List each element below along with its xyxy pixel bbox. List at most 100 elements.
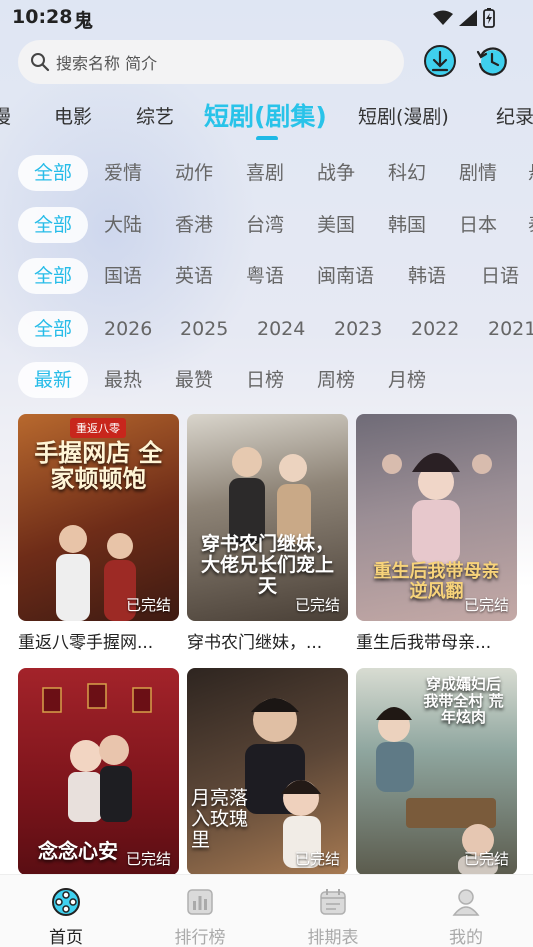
poster-figures [229, 447, 311, 544]
nav-label: 排行榜 [174, 928, 226, 947]
drama-card[interactable]: 重返八零 手握网店 全家顿顿饱 已完结 重返八零手握网... [18, 414, 179, 653]
sort-chip[interactable]: 周榜 [317, 362, 355, 398]
status-badge: 已完结 [463, 596, 509, 614]
status-app-glyph: 鬼 [74, 10, 94, 32]
region-filter-row: 全部 大陆 香港 台湾 美国 韩国 日本 泰 [0, 207, 533, 245]
drama-title[interactable]: 重返八零手握网... [18, 628, 179, 653]
region-chip[interactable]: 韩国 [388, 207, 426, 243]
drama-poster[interactable]: 重返八零 手握网店 全家顿顿饱 已完结 [18, 414, 179, 621]
genre-chip[interactable]: 爱情 [104, 155, 142, 191]
sort-chip[interactable]: 日榜 [246, 362, 284, 398]
nav-label: 我的 [449, 928, 483, 947]
genre-chip[interactable]: 科幻 [388, 155, 426, 191]
nav-label: 排期表 [307, 928, 359, 947]
poster-title: 念念心安 [38, 839, 118, 863]
drama-title[interactable]: 重生后我带母亲... [356, 628, 517, 653]
poster-title: 手握网店 全家顿顿饱 [34, 439, 163, 494]
drama-poster[interactable]: 穿书农门继妹，大佬兄长们宠上天 已完结 [187, 414, 348, 621]
bottom-nav: 首页 排行榜 排期表 我的 [0, 874, 533, 947]
language-chip[interactable]: 英语 [175, 258, 213, 294]
nav-label: 首页 [49, 928, 83, 947]
sort-filter-row: 最新 最热 最赞 日榜 周榜 月榜 [0, 362, 533, 400]
bar-chart-icon [187, 889, 213, 915]
status-badge: 已完结 [294, 596, 340, 614]
year-chip[interactable]: 2021 [488, 311, 533, 347]
tab-short-drama-anime[interactable]: 短剧(漫剧) [358, 102, 449, 129]
calendar-icon [320, 889, 346, 915]
language-chip[interactable]: 粤语 [246, 258, 284, 294]
sort-chip[interactable]: 最新 [18, 362, 88, 398]
search-placeholder: 搜索名称 简介 [56, 54, 158, 73]
genre-chip[interactable]: 悬 [528, 155, 533, 191]
category-tabs: 漫 电影 综艺 短剧(剧集) 短剧(漫剧) 纪录 [0, 96, 533, 140]
genre-chip[interactable]: 全部 [18, 155, 88, 191]
drama-card[interactable]: 穿书农门继妹，大佬兄长们宠上天 已完结 穿书农门继妹，... [187, 414, 348, 653]
year-chip[interactable]: 2025 [180, 311, 228, 347]
year-chip[interactable]: 全部 [18, 311, 88, 347]
nav-schedule[interactable]: 排期表 [293, 887, 373, 947]
drama-poster[interactable]: 月亮落入玫瑰里 已完结 [187, 668, 348, 875]
drama-card[interactable]: 重生后我带母亲 逆风翻 已完结 重生后我带母亲... [356, 414, 517, 653]
status-badge: 已完结 [294, 850, 340, 868]
drama-title[interactable]: 穿书农门继妹，... [187, 628, 348, 653]
drama-card[interactable]: 念念心安 已完结 [18, 668, 179, 875]
status-icons [433, 8, 495, 28]
tab-documentary[interactable]: 纪录 [496, 102, 533, 129]
year-chip[interactable]: 2026 [104, 311, 152, 347]
status-badge: 已完结 [125, 850, 171, 868]
drama-card[interactable]: 月亮落入玫瑰里 已完结 [187, 668, 348, 875]
language-chip[interactable]: 韩语 [408, 258, 446, 294]
genre-chip[interactable]: 喜剧 [246, 155, 284, 191]
genre-chip[interactable]: 战争 [317, 155, 355, 191]
language-chip[interactable]: 闽南语 [317, 258, 374, 294]
poster-title: 月亮落入玫瑰里 [191, 787, 249, 851]
download-icon [424, 45, 456, 77]
language-chip[interactable]: 全部 [18, 258, 88, 294]
region-chip[interactable]: 日本 [459, 207, 497, 243]
nav-home[interactable]: 首页 [26, 887, 106, 947]
genre-chip[interactable]: 动作 [175, 155, 213, 191]
region-chip[interactable]: 泰 [528, 207, 533, 243]
battery-icon [483, 8, 495, 28]
drama-poster[interactable]: 念念心安 已完结 [18, 668, 179, 875]
drama-poster[interactable]: 穿成孀妇后 我带全村 荒年炫肉 已完结 [356, 668, 517, 875]
search-input[interactable]: 搜索名称 简介 [18, 40, 404, 84]
region-chip[interactable]: 台湾 [246, 207, 284, 243]
tab-variety[interactable]: 综艺 [136, 102, 174, 129]
sort-chip[interactable]: 最热 [104, 362, 142, 398]
tab-movie[interactable]: 电影 [54, 102, 92, 129]
download-button[interactable] [423, 44, 457, 78]
film-reel-icon [52, 888, 80, 916]
status-badge: 已完结 [463, 850, 509, 868]
year-filter-row: 全部 2026 2025 2024 2023 2022 2021 [0, 311, 533, 349]
genre-filter-row: 全部 爱情 动作 喜剧 战争 科幻 剧情 悬 [0, 155, 533, 193]
year-chip[interactable]: 2024 [257, 311, 305, 347]
nav-ranking[interactable]: 排行榜 [160, 887, 240, 947]
history-icon [476, 47, 507, 76]
year-chip[interactable]: 2023 [334, 311, 382, 347]
sort-chip[interactable]: 最赞 [175, 362, 213, 398]
search-icon [31, 53, 50, 72]
sort-chip[interactable]: 月榜 [388, 362, 426, 398]
tab-anime[interactable]: 漫 [0, 102, 11, 129]
status-badge: 已完结 [125, 596, 171, 614]
history-button[interactable] [475, 44, 509, 78]
active-tab-indicator [256, 136, 278, 140]
region-chip[interactable]: 香港 [175, 207, 213, 243]
language-chip[interactable]: 国语 [104, 258, 142, 294]
wifi-icon [433, 10, 453, 25]
tab-short-drama-series[interactable]: 短剧(剧集) [204, 97, 327, 133]
region-chip[interactable]: 全部 [18, 207, 88, 243]
region-chip[interactable]: 美国 [317, 207, 355, 243]
genre-chip[interactable]: 剧情 [459, 155, 497, 191]
user-icon [452, 889, 480, 916]
signal-icon [459, 10, 477, 26]
region-chip[interactable]: 大陆 [104, 207, 142, 243]
drama-card[interactable]: 穿成孀妇后 我带全村 荒年炫肉 已完结 [356, 668, 517, 875]
poster-figures [382, 453, 492, 564]
year-chip[interactable]: 2022 [411, 311, 459, 347]
nav-profile[interactable]: 我的 [426, 887, 506, 947]
language-chip[interactable]: 日语 [481, 258, 519, 294]
drama-poster[interactable]: 重生后我带母亲 逆风翻 已完结 [356, 414, 517, 621]
search-row: 搜索名称 简介 [18, 40, 518, 86]
